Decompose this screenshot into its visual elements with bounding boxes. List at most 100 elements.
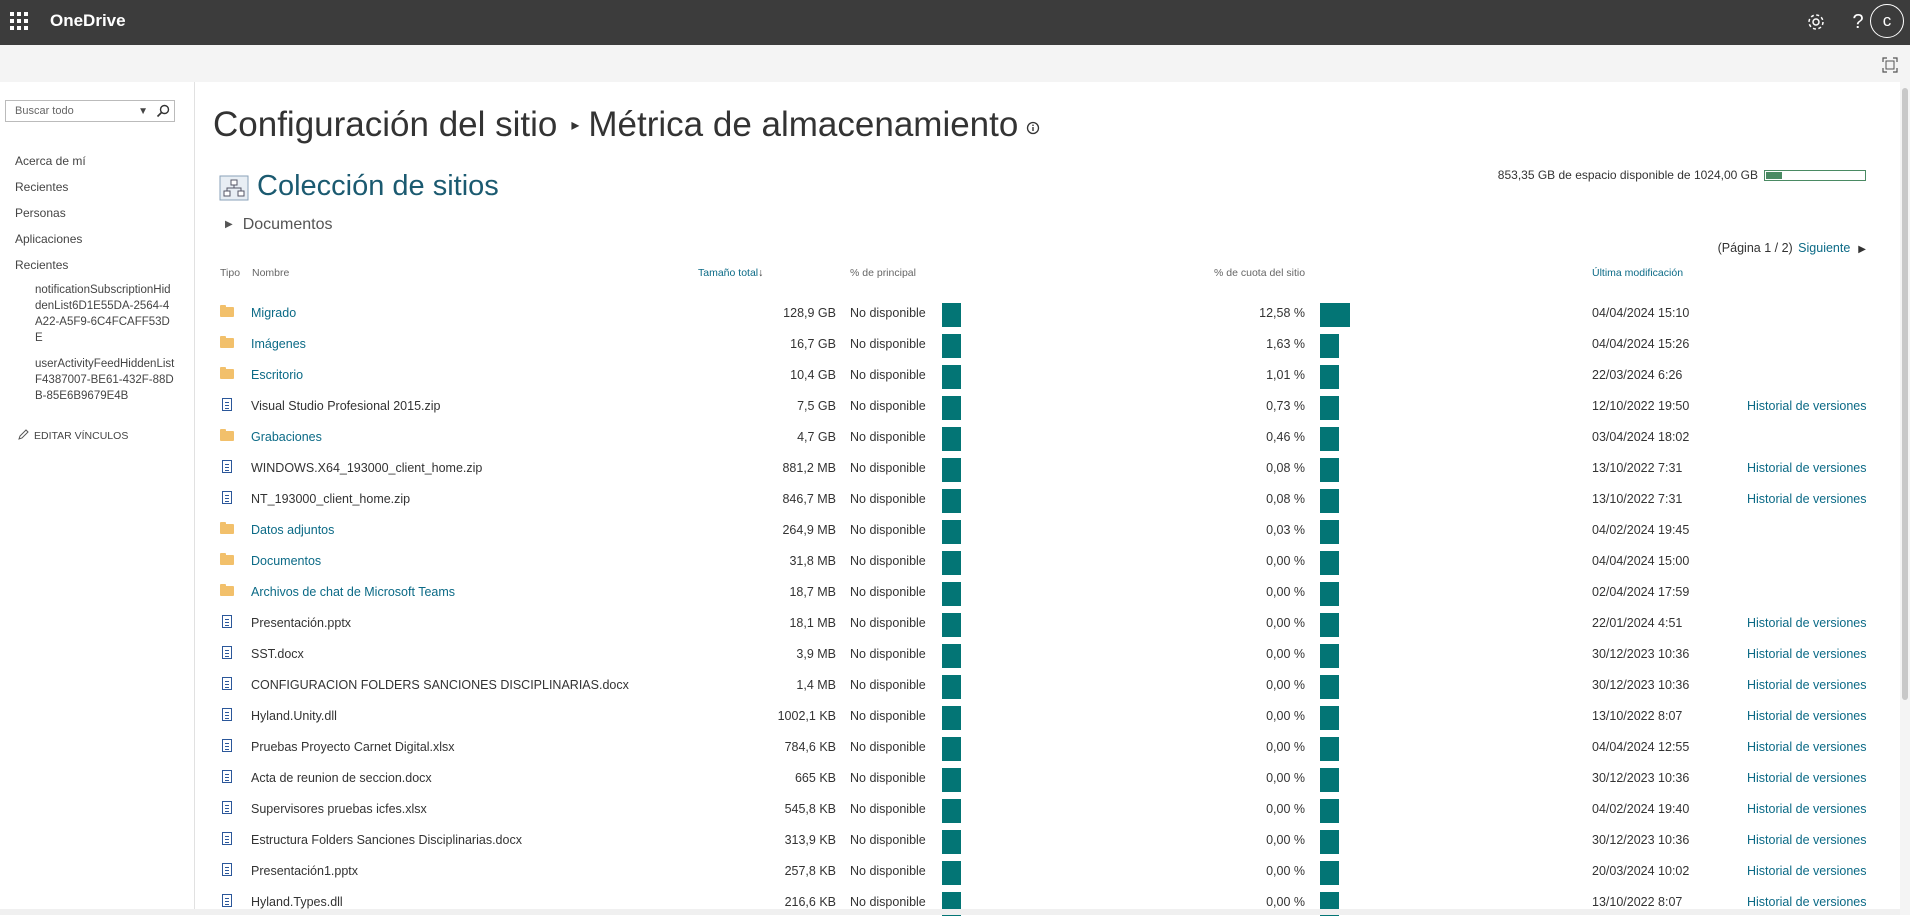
search-input[interactable]: Buscar todo: [15, 105, 74, 117]
column-header-modified[interactable]: Última modificación: [1592, 267, 1683, 279]
item-size: 16,7 GB: [790, 337, 836, 351]
pct-quota-bar: [1320, 427, 1339, 451]
search-box[interactable]: Buscar todo ▼: [5, 100, 175, 122]
table-row: Escritorio 10,4 GB No disponible 1,01 % 22/0…: [195, 360, 1895, 391]
edit-links-button[interactable]: EDITAR VÍNCULOS: [18, 429, 128, 442]
pct-parent-bar: [942, 613, 961, 637]
next-page-icon[interactable]: ▶: [1858, 244, 1866, 255]
folder-icon: [220, 305, 234, 319]
column-header-pct-parent: % de principal: [850, 267, 916, 279]
breadcrumb-parent-link[interactable]: Configuración del sitio: [213, 105, 557, 144]
version-history-link[interactable]: Historial de versiones: [1747, 678, 1867, 692]
item-name: Supervisores pruebas icfes.xlsx: [251, 802, 427, 816]
version-history-link[interactable]: Historial de versiones: [1747, 895, 1867, 909]
nav-item-aplicaciones[interactable]: Aplicaciones: [15, 232, 82, 246]
item-modified: 30/12/2023 10:36: [1592, 771, 1690, 785]
folder-icon: [220, 584, 234, 598]
item-modified: 04/04/2024 15:00: [1592, 554, 1690, 568]
table-row: Datos adjuntos 264,9 MB No disponible 0,03 …: [195, 515, 1895, 546]
table-row: Documentos 31,8 MB No disponible 0,00 % 04/0…: [195, 546, 1895, 577]
pct-quota-bar: [1320, 675, 1339, 699]
item-pct-parent: No disponible: [850, 461, 926, 475]
search-icon[interactable]: [155, 103, 171, 119]
version-history-link[interactable]: Historial de versiones: [1747, 492, 1867, 506]
app-brand[interactable]: OneDrive: [50, 11, 126, 31]
version-history-link[interactable]: Historial de versiones: [1747, 616, 1867, 630]
pencil-icon: [18, 429, 29, 440]
document-icon: [220, 646, 234, 660]
item-pct-quota: 0,00 %: [1266, 616, 1305, 630]
item-name: Hyland.Unity.dll: [251, 709, 337, 723]
vertical-scrollbar-thumb[interactable]: [1902, 88, 1908, 700]
item-pct-quota: 0,00 %: [1266, 647, 1305, 661]
settings-gear-icon[interactable]: [1802, 8, 1830, 36]
item-pct-parent: No disponible: [850, 585, 926, 599]
item-pct-parent: No disponible: [850, 306, 926, 320]
pct-parent-bar: [942, 737, 961, 761]
nav-item-recientes-group[interactable]: Recientes: [15, 258, 68, 272]
version-history-link[interactable]: Historial de versiones: [1747, 864, 1867, 878]
item-size: 4,7 GB: [797, 430, 836, 444]
search-scope-chevron-down-icon[interactable]: ▼: [138, 106, 148, 117]
pct-parent-bar: [942, 396, 961, 420]
table-row: Visual Studio Profesional 2015.zip 7,5 GB…: [195, 391, 1895, 422]
version-history-link[interactable]: Historial de versiones: [1747, 399, 1867, 413]
item-name[interactable]: Datos adjuntos: [251, 523, 334, 537]
nav-sub-item-notification-list[interactable]: notificationSubscriptionHiddenList6D1E55…: [35, 282, 175, 346]
item-pct-parent: No disponible: [850, 337, 926, 351]
item-name[interactable]: Imágenes: [251, 337, 306, 351]
item-pct-quota: 12,58 %: [1259, 306, 1305, 320]
nav-sub-item-activity-feed-list[interactable]: userActivityFeedHiddenListF4387007-BE61-…: [35, 356, 175, 404]
version-history-link[interactable]: Historial de versiones: [1747, 833, 1867, 847]
pager-next-link[interactable]: Siguiente: [1798, 241, 1850, 255]
item-modified: 12/10/2022 19:50: [1592, 399, 1690, 413]
document-icon: [220, 863, 234, 877]
document-icon: [220, 708, 234, 722]
nav-item-personas[interactable]: Personas: [15, 206, 66, 220]
item-size: 665 KB: [794, 771, 836, 785]
app-launcher-icon[interactable]: [10, 12, 28, 30]
item-name[interactable]: Migrado: [251, 306, 296, 320]
item-pct-quota: 0,00 %: [1266, 740, 1305, 754]
nav-item-acerca-de-mi[interactable]: Acerca de mí: [15, 154, 86, 168]
table-row: Acta de reunion de seccion.docx 665 KB No …: [195, 763, 1895, 794]
avatar[interactable]: c: [1870, 4, 1904, 38]
pct-parent-bar: [942, 644, 961, 668]
nav-item-recientes[interactable]: Recientes: [15, 180, 68, 194]
documents-expander[interactable]: ▶ Documentos: [225, 216, 333, 234]
version-history-link[interactable]: Historial de versiones: [1747, 709, 1867, 723]
pct-quota-bar: [1320, 365, 1339, 389]
column-header-pct-quota: % de cuota del sitio: [1214, 267, 1306, 279]
table-row: Migrado 128,9 GB No disponible 12,58 % 04/04…: [195, 298, 1895, 329]
pct-parent-bar: [942, 675, 961, 699]
document-icon: [220, 677, 234, 691]
item-size: 3,9 MB: [796, 647, 836, 661]
help-icon[interactable]: ?: [1844, 8, 1872, 36]
version-history-link[interactable]: Historial de versiones: [1747, 647, 1867, 661]
top-bar: OneDrive ? c: [0, 0, 1910, 45]
item-pct-quota: 0,00 %: [1266, 895, 1305, 909]
item-name[interactable]: Escritorio: [251, 368, 303, 382]
item-name[interactable]: Grabaciones: [251, 430, 322, 444]
table-row: Imágenes 16,7 GB No disponible 1,63 % 04/04/…: [195, 329, 1895, 360]
pct-parent-bar: [942, 427, 961, 451]
horizontal-scrollbar[interactable]: [0, 909, 1900, 915]
item-name[interactable]: Archivos de chat de Microsoft Teams: [251, 585, 455, 599]
focus-mode-icon[interactable]: [1882, 57, 1898, 73]
item-size: 257,8 KB: [784, 864, 836, 878]
version-history-link[interactable]: Historial de versiones: [1747, 771, 1867, 785]
version-history-link[interactable]: Historial de versiones: [1747, 802, 1867, 816]
pct-quota-bar: [1320, 458, 1339, 482]
document-icon: [220, 832, 234, 846]
pct-parent-bar: [942, 520, 961, 544]
edit-links-label: EDITAR VÍNCULOS: [34, 430, 129, 442]
document-icon: [220, 615, 234, 629]
info-icon[interactable]: [1026, 121, 1040, 135]
item-size: 313,9 KB: [784, 833, 836, 847]
version-history-link[interactable]: Historial de versiones: [1747, 740, 1867, 754]
document-icon: [220, 894, 234, 908]
column-header-size[interactable]: Tamaño total↓: [698, 267, 763, 279]
version-history-link[interactable]: Historial de versiones: [1747, 461, 1867, 475]
item-modified: 13/10/2022 8:07: [1592, 895, 1683, 909]
item-name[interactable]: Documentos: [251, 554, 321, 568]
